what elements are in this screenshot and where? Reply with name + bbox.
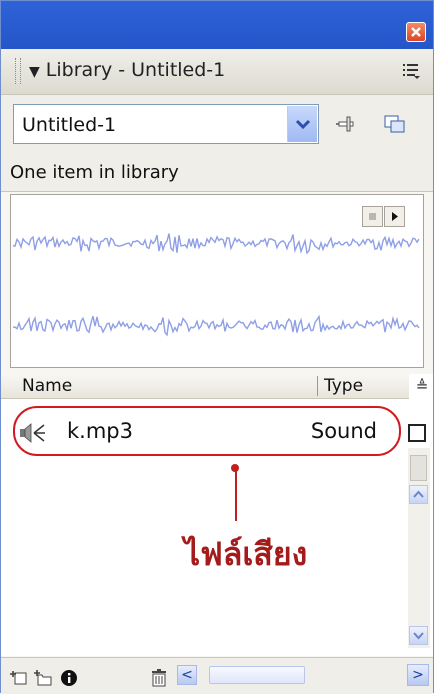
stop-button[interactable] [362,206,383,227]
delete-icon[interactable] [149,668,169,688]
document-select[interactable]: Untitled-1 [13,104,319,144]
sort-order-button[interactable]: ≜ [411,374,433,398]
scroll-down-button[interactable] [409,626,428,645]
bottom-toolbar: < > [1,657,433,694]
column-header-name[interactable]: Name [22,376,72,396]
scroll-right-button[interactable]: > [407,664,429,686]
annotation-label: ไฟล์เสียง [184,535,308,573]
panel-title[interactable]: ▼ Library - Untitled-1 [29,59,225,81]
panel-header[interactable]: ▼ Library - Untitled-1 [1,49,433,95]
close-icon [411,27,421,37]
annotation-leader-line [235,469,237,521]
vertical-scroll-thumb[interactable] [410,455,427,481]
properties-icon[interactable] [59,668,79,688]
stop-icon [369,213,376,220]
chevron-up-icon [413,490,424,498]
wide-state-button[interactable] [408,424,426,442]
new-symbol-icon[interactable] [9,668,29,688]
window-title-bar [1,1,433,49]
close-button[interactable] [406,22,426,42]
chevron-down-icon [295,119,311,130]
document-select-value: Untitled-1 [22,114,117,136]
horizontal-scroll-thumb[interactable] [209,666,305,684]
scroll-up-button[interactable] [409,485,428,504]
item-count-bar: One item in library [1,155,433,192]
library-panel: ▼ Library - Untitled-1 Untitled-1 One it… [0,0,434,694]
column-header-type[interactable]: Type [324,376,363,396]
panel-title-text: Library - Untitled-1 [45,59,226,81]
collapse-triangle-icon[interactable]: ▼ [29,64,40,80]
vertical-scrollbar[interactable] [408,448,430,648]
scroll-left-button[interactable]: < [177,665,197,685]
column-header-row: Name Type [1,374,409,399]
new-library-panel-icon[interactable] [383,112,407,136]
column-divider[interactable] [317,376,318,396]
horizontal-scrollbar[interactable]: < [177,663,401,685]
document-row: Untitled-1 [1,95,433,156]
chevron-down-icon [413,632,424,640]
item-count-text: One item in library [10,162,179,183]
drag-grip-icon[interactable] [15,58,21,84]
play-icon [392,212,398,221]
pin-library-icon[interactable] [335,112,359,136]
dropdown-arrow-button[interactable] [287,106,317,142]
options-menu-icon[interactable] [401,61,421,81]
new-folder-icon[interactable] [33,668,53,688]
play-button[interactable] [384,206,405,227]
annotation-highlight-ellipse [13,406,401,456]
preview-window [10,194,424,368]
library-item-list[interactable]: Name Type ≜ k.mp3 Sound ไฟล์เสียง [1,374,433,656]
